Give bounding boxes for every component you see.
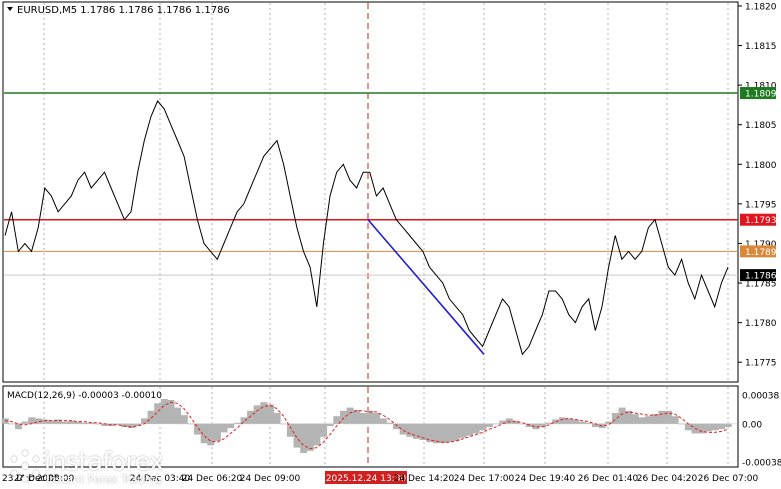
macd-histogram-bar: [207, 423, 215, 446]
macd-histogram-bar: [631, 414, 639, 424]
x-tick-label: 24 Dec 09:00: [240, 474, 301, 484]
macd-histogram-bar: [472, 423, 480, 434]
macd-tick-label: 0.00038: [742, 392, 779, 402]
x-tick-label: 24 Dec 19:40: [515, 474, 576, 484]
price-level-badge-label: 1.1809: [745, 90, 777, 100]
macd-tick-label: 0.00: [742, 420, 762, 430]
macd-histogram-bar: [366, 410, 374, 424]
x-tick-label: 26 Dec 04:20: [637, 474, 698, 484]
macd-histogram-bar: [227, 423, 235, 429]
chart-header: EURUSD,M5 1.1786 1.1786 1.1786 1.1786: [7, 5, 230, 16]
macd-histogram-bar: [28, 417, 36, 424]
macd-histogram-bar: [240, 417, 248, 424]
macd-histogram-bar: [247, 410, 255, 424]
macd-histogram-bar: [220, 423, 228, 433]
macd-histogram-bar: [300, 423, 308, 453]
y-tick-label: 1.1815: [745, 42, 777, 52]
y-tick-label: 1.1775: [745, 359, 777, 369]
macd-histogram-bar: [711, 423, 719, 431]
macd-histogram-bar: [459, 423, 467, 438]
macd-histogram-bar: [346, 407, 354, 424]
macd-histogram-bar: [233, 422, 241, 424]
y-tick-label: 1.1780: [745, 319, 777, 329]
x-tick-label: 24 Dec 06:20: [182, 474, 243, 484]
macd-histogram-bar: [293, 423, 301, 448]
macd-histogram-bar: [452, 423, 460, 442]
macd-histogram-bar: [187, 423, 195, 425]
macd-histogram-bar: [399, 423, 407, 435]
watermark-tagline: Instant Forex Trading: [46, 473, 162, 486]
macd-histogram-bar: [267, 404, 274, 424]
macd-histogram-bar: [578, 421, 586, 424]
macd-histogram-bar: [326, 423, 334, 426]
macd-histogram-bar: [618, 407, 626, 424]
y-tick-label: 1.1795: [745, 200, 777, 210]
macd-histogram-bar: [94, 423, 102, 425]
macd-histogram-bar: [645, 416, 653, 424]
macd-histogram-bar: [704, 423, 712, 432]
macd-histogram-bar: [273, 413, 281, 424]
macd-label: MACD(12,26,9) -0.00003 -0.00010: [7, 391, 162, 401]
instaforex-watermark: instaforex Instant Forex Trading: [6, 445, 181, 489]
price-level-badge-label: 1.1786: [745, 272, 777, 282]
macd-histogram-bar: [492, 423, 500, 425]
price-level-badge-label: 1.1793: [745, 216, 777, 226]
macd-histogram-bar: [684, 423, 692, 431]
macd-histogram-bar: [353, 409, 361, 424]
watermark-brand: instaforex: [44, 447, 164, 476]
macd-histogram-bar: [665, 410, 672, 424]
instaforex-logo-icon: [10, 449, 40, 483]
macd-histogram-bar: [658, 410, 666, 424]
macd-histogram-bar: [638, 417, 646, 424]
y-tick-label: 1.1820: [745, 2, 777, 12]
x-tick-label: 26 Dec 07:00: [698, 474, 759, 484]
macd-histogram-bar: [718, 423, 726, 430]
y-tick-label: 1.1805: [745, 121, 777, 131]
macd-histogram-bar: [306, 423, 314, 451]
macd-histogram-bar: [724, 423, 732, 427]
macd-histogram-bar: [572, 419, 580, 424]
macd-histogram-bar: [446, 423, 454, 443]
macd-histogram-bar: [61, 421, 69, 424]
macd-histogram-bar: [253, 405, 261, 424]
macd-histogram-bar: [611, 413, 619, 424]
macd-histogram-bar: [386, 422, 394, 424]
macd-histogram-bar: [280, 423, 288, 425]
macd-histogram-bar: [466, 423, 473, 436]
macd-histogram-bar: [359, 413, 367, 424]
macd-histogram-bar: [174, 407, 182, 424]
macd-histogram-bar: [671, 416, 679, 424]
macd-histogram-bar: [379, 418, 387, 424]
macd-histogram-bar: [194, 423, 201, 435]
macd-histogram-bar: [21, 421, 29, 424]
symbol-info: EURUSD,M5 1.1786 1.1786 1.1786 1.1786: [17, 5, 230, 16]
macd-histogram-bar: [286, 423, 294, 437]
macd-histogram-bar: [479, 423, 487, 431]
macd-histogram-bar: [678, 423, 686, 425]
macd-histogram-bar: [320, 423, 328, 437]
macd-histogram-bar: [558, 417, 566, 424]
price-level-badge-label: 1.1789: [745, 248, 777, 258]
price-chart[interactable]: 1.18201.18151.18101.18051.18001.17951.17…: [0, 0, 781, 489]
macd-histogram-bar: [373, 413, 381, 424]
macd-histogram-bar: [167, 400, 175, 424]
macd-histogram-bar: [81, 422, 89, 424]
macd-histogram-bar: [260, 402, 268, 424]
x-tick-label: 26 Dec 01:40: [578, 474, 639, 484]
macd-histogram-bar: [147, 410, 155, 424]
macd-histogram-bar: [8, 423, 16, 425]
macd-histogram-bar: [213, 423, 221, 442]
macd-histogram-bar: [505, 418, 513, 424]
macd-tick-label: -0.00038: [742, 459, 781, 469]
macd-histogram-bar: [439, 423, 447, 444]
x-tick-label: 24 Dec 17:00: [454, 474, 515, 484]
macd-histogram-bar: [485, 423, 493, 427]
x-tick-label: 24 Dec 14:20: [394, 474, 455, 484]
macd-histogram-bar: [160, 399, 168, 424]
macd-histogram-bar: [180, 415, 188, 424]
y-tick-label: 1.1800: [745, 161, 777, 171]
macd-histogram-bar: [313, 423, 321, 446]
macd-histogram-bar: [340, 410, 347, 424]
